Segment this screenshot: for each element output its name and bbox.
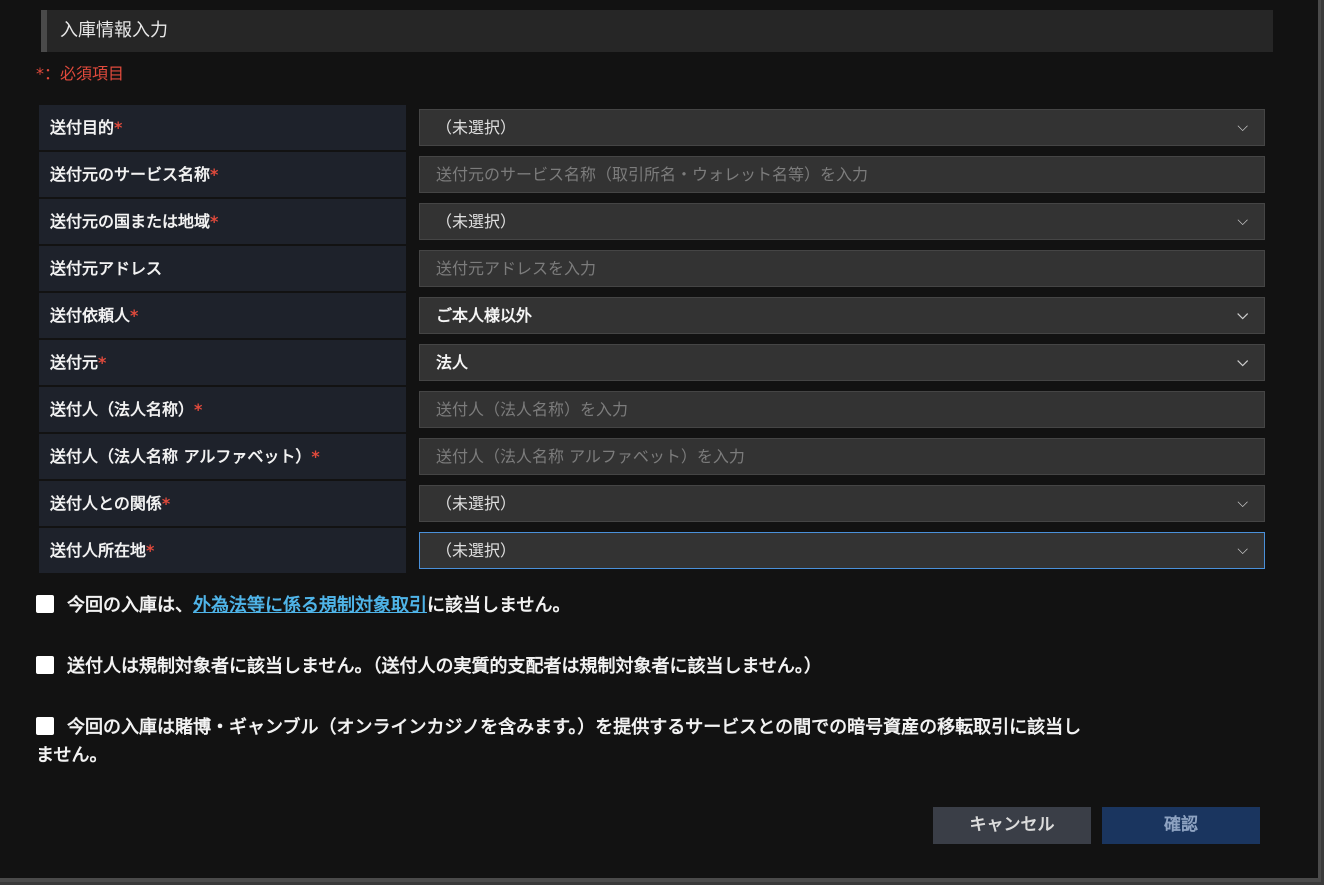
form-row-sender-location: 送付人所在地* （未選択） ⌵ <box>39 528 1271 575</box>
confirm-button[interactable]: 確認 <box>1102 807 1260 844</box>
field-label: 送付人所在地* <box>39 528 406 573</box>
deposit-form: 送付目的* （未選択） ⌵ 送付元のサービス名称* 送付元のサービス名称（取引所名… <box>39 105 1271 575</box>
required-mark: * <box>210 165 219 184</box>
fx-law-checkbox[interactable] <box>36 595 54 613</box>
chevron-down-icon: ⌵ <box>1237 354 1248 370</box>
requester-select[interactable]: ご本人様以外 ⌵ <box>419 297 1265 334</box>
field-label: 送付元の国または地域* <box>39 199 406 244</box>
field-label: 送付依頼人* <box>39 293 406 338</box>
cancel-button[interactable]: キャンセル <box>933 807 1091 844</box>
country-select[interactable]: （未選択） ⌵ <box>419 203 1265 240</box>
check-row-fx-law: 今回の入庫は、外為法等に係る規制対象取引に該当しません。 <box>36 592 1286 620</box>
required-mark: * <box>146 541 155 560</box>
field-label: 送付人（法人名称 アルファベット）* <box>39 434 406 479</box>
gambling-checkbox[interactable] <box>36 717 54 735</box>
chevron-down-icon: ⌵ <box>1237 307 1248 323</box>
field-label: 送付人との関係* <box>39 481 406 526</box>
chevron-down-icon: ⌵ <box>1237 542 1248 558</box>
field-label: 送付目的* <box>39 105 406 150</box>
sender-type-select[interactable]: 法人 ⌵ <box>419 344 1265 381</box>
field-label: 送付元のサービス名称* <box>39 152 406 197</box>
chevron-down-icon: ⌵ <box>1237 213 1248 229</box>
required-mark: * <box>98 353 107 372</box>
required-note: *：必須項目 <box>36 64 125 83</box>
sanctions-checkbox[interactable] <box>36 656 54 674</box>
form-row-address: 送付元アドレス 送付元アドレスを入力 <box>39 246 1271 293</box>
form-row-corp-name-alpha: 送付人（法人名称 アルファベット）* 送付人（法人名称 アルファベット）を入力 <box>39 434 1271 481</box>
field-label: 送付人（法人名称）* <box>39 387 406 432</box>
chevron-down-icon: ⌵ <box>1237 119 1248 135</box>
check-row-gambling: 今回の入庫は賭博・ギャンブル（オンラインカジノを含みます。）を提供するサービスと… <box>36 717 1082 766</box>
required-mark: * <box>194 400 203 419</box>
check-row-sanctions: 送付人は規制対象者に該当しません。（送付人の実質的支配者は規制対象者に該当しませ… <box>36 653 1286 681</box>
form-row-relationship: 送付人との関係* （未選択） ⌵ <box>39 481 1271 528</box>
form-row-corp-name: 送付人（法人名称）* 送付人（法人名称）を入力 <box>39 387 1271 434</box>
section-title: 入庫情報入力 <box>41 10 1273 52</box>
required-mark: * <box>161 494 171 513</box>
sender-address-input[interactable]: 送付元アドレスを入力 <box>419 250 1265 287</box>
required-mark: * <box>210 212 219 231</box>
form-row-purpose: 送付目的* （未選択） ⌵ <box>39 105 1271 152</box>
corp-name-alphabet-input[interactable]: 送付人（法人名称 アルファベット）を入力 <box>419 438 1265 475</box>
sender-location-select[interactable]: （未選択） ⌵ <box>419 532 1265 569</box>
form-row-sender-type: 送付元* 法人 ⌵ <box>39 340 1271 387</box>
form-row-country: 送付元の国または地域* （未選択） ⌵ <box>39 199 1271 246</box>
form-row-service-name: 送付元のサービス名称* 送付元のサービス名称（取引所名・ウォレット名等）を入力 <box>39 152 1271 199</box>
corp-name-input[interactable]: 送付人（法人名称）を入力 <box>419 391 1265 428</box>
required-mark: * <box>114 118 123 137</box>
service-name-input[interactable]: 送付元のサービス名称（取引所名・ウォレット名等）を入力 <box>419 156 1265 193</box>
chevron-down-icon: ⌵ <box>1237 495 1248 511</box>
field-label: 送付元アドレス <box>39 246 406 291</box>
field-label: 送付元* <box>39 340 406 385</box>
relationship-select[interactable]: （未選択） ⌵ <box>419 485 1265 522</box>
form-row-requester: 送付依頼人* ご本人様以外 ⌵ <box>39 293 1271 340</box>
required-mark: * <box>311 447 320 466</box>
modal-frame: 入庫情報入力 *：必須項目 送付目的* （未選択） ⌵ 送付元のサービス名称* 送… <box>0 0 1321 882</box>
required-mark: * <box>130 306 139 325</box>
purpose-select[interactable]: （未選択） ⌵ <box>419 109 1265 146</box>
fx-law-link[interactable]: 外為法等に係る規制対象取引 <box>193 595 427 616</box>
